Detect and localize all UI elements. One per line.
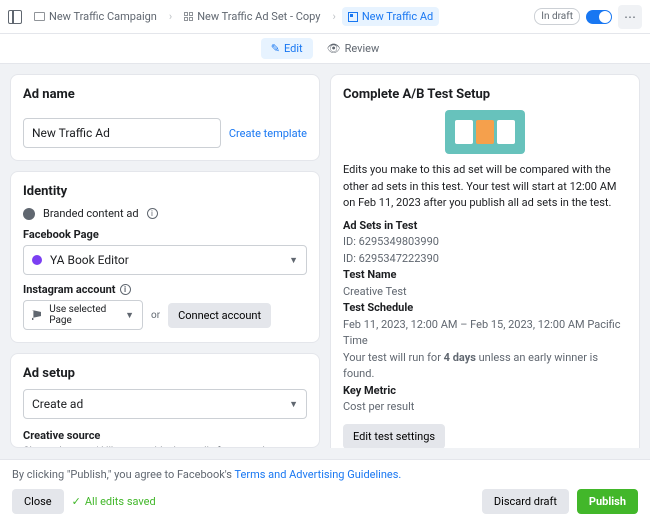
identity-card: Identity Branded content ad i Facebook P… <box>10 171 320 343</box>
facebook-page-value: YA Book Editor <box>50 253 129 267</box>
abtest-details: Edits you make to this ad set will be co… <box>343 162 627 416</box>
or-text: or <box>151 310 160 321</box>
close-button[interactable]: Close <box>12 489 64 514</box>
chevron-right-icon: › <box>333 10 336 23</box>
tab-review-label: Review <box>345 42 380 55</box>
top-bar: New Traffic Campaign › New Traffic Ad Se… <box>0 0 650 34</box>
status-badge: In draft <box>534 8 580 25</box>
right-column: Complete A/B Test Setup Edits you make t… <box>330 74 640 448</box>
ad-icon <box>348 12 358 22</box>
abtest-illustration <box>445 110 525 154</box>
page-flag-icon <box>32 310 41 320</box>
metric-value: Cost per result <box>343 399 627 416</box>
testname-value: Creative Test <box>343 284 627 301</box>
abtest-title: Complete A/B Test Setup <box>343 87 627 102</box>
schedule-label: Test Schedule <box>343 301 413 314</box>
branded-radio-icon[interactable] <box>23 208 35 220</box>
footer: By clicking "Publish," you agree to Face… <box>0 459 650 522</box>
ad-setup-select[interactable]: Create ad ▼ <box>23 389 307 419</box>
breadcrumb-adset-label: New Traffic Ad Set - Copy <box>197 10 320 23</box>
ad-name-input[interactable] <box>23 118 221 148</box>
ad-name-title: Ad name <box>23 87 75 102</box>
facebook-page-select[interactable]: YA Book Editor ▼ <box>23 245 307 275</box>
instagram-label: Instagram account i <box>23 283 307 296</box>
mode-bar: ✎ Edit 👁 Review <box>0 34 650 64</box>
breadcrumb-ad[interactable]: New Traffic Ad <box>342 7 439 26</box>
ad-name-card: Ad name Create template <box>10 74 320 161</box>
adsets-label: Ad Sets in Test <box>343 219 417 232</box>
adset-icon <box>184 12 193 21</box>
more-icon: ⋯ <box>624 10 636 24</box>
tab-review[interactable]: 👁 Review <box>317 38 390 59</box>
chevron-down-icon: ▼ <box>289 255 298 266</box>
check-icon: ✓ <box>72 495 81 508</box>
instagram-label-text: Instagram account <box>23 283 116 296</box>
footer-agree-text: By clicking "Publish," you agree to Face… <box>12 468 638 481</box>
chevron-down-icon: ▼ <box>125 310 134 321</box>
ad-enable-toggle[interactable] <box>586 10 612 24</box>
info-icon[interactable]: i <box>147 208 158 219</box>
left-column: Ad name Create template Identity Branded… <box>10 74 320 448</box>
connect-account-button[interactable]: Connect account <box>168 303 271 328</box>
abtest-card: Complete A/B Test Setup Edits you make t… <box>330 74 640 448</box>
breadcrumb-campaign[interactable]: New Traffic Campaign <box>28 7 163 26</box>
facebook-page-label: Facebook Page <box>23 228 307 241</box>
identity-title: Identity <box>23 184 307 199</box>
info-icon[interactable]: i <box>120 284 131 295</box>
creative-source-sub: Choose how you'd like to provide the med… <box>23 446 307 448</box>
publish-button[interactable]: Publish <box>577 489 638 514</box>
creative-source-label: Creative source <box>23 429 307 442</box>
adset-id-2: ID: 6295347222390 <box>343 251 627 268</box>
more-menu-button[interactable]: ⋯ <box>618 5 642 29</box>
tab-edit[interactable]: ✎ Edit <box>261 38 313 59</box>
breadcrumb-ad-label: New Traffic Ad <box>362 10 433 23</box>
tab-edit-label: Edit <box>284 42 303 55</box>
ad-setup-card: Ad setup Create ad ▼ Creative source Cho… <box>10 353 320 448</box>
ad-setup-title: Ad setup <box>23 366 307 381</box>
page-avatar-icon <box>32 255 42 265</box>
chevron-down-icon: ▼ <box>289 399 298 410</box>
metric-label: Key Metric <box>343 384 396 397</box>
schedule-value: Feb 11, 2023, 12:00 AM – Feb 15, 2023, 1… <box>343 317 627 350</box>
duration-text: Your test will run for 4 days unless an … <box>343 350 627 383</box>
branded-label: Branded content ad <box>43 207 139 220</box>
terms-link[interactable]: Terms and Advertising Guidelines. <box>235 468 402 481</box>
all-edits-saved: ✓ All edits saved <box>72 495 156 508</box>
instagram-select[interactable]: Use selected Page ▼ <box>23 300 143 330</box>
eye-icon: 👁 <box>327 42 341 55</box>
discard-draft-button[interactable]: Discard draft <box>482 489 569 514</box>
pencil-icon: ✎ <box>271 42 280 55</box>
ad-setup-value: Create ad <box>32 397 83 411</box>
main-columns: Ad name Create template Identity Branded… <box>0 64 650 458</box>
folder-icon <box>34 12 45 21</box>
abtest-desc: Edits you make to this ad set will be co… <box>343 162 627 212</box>
saved-text: All edits saved <box>85 495 156 508</box>
panel-toggle-icon[interactable] <box>8 10 22 24</box>
breadcrumb-campaign-label: New Traffic Campaign <box>49 10 157 23</box>
testname-label: Test Name <box>343 268 396 281</box>
edit-test-settings-button[interactable]: Edit test settings <box>343 424 445 449</box>
adset-id-1: ID: 6295349803990 <box>343 234 627 251</box>
chevron-right-icon: › <box>169 10 172 23</box>
create-template-link[interactable]: Create template <box>229 127 307 140</box>
breadcrumb-adset[interactable]: New Traffic Ad Set - Copy <box>178 7 326 26</box>
breadcrumb: New Traffic Campaign › New Traffic Ad Se… <box>28 7 528 26</box>
instagram-value: Use selected Page <box>49 304 125 326</box>
